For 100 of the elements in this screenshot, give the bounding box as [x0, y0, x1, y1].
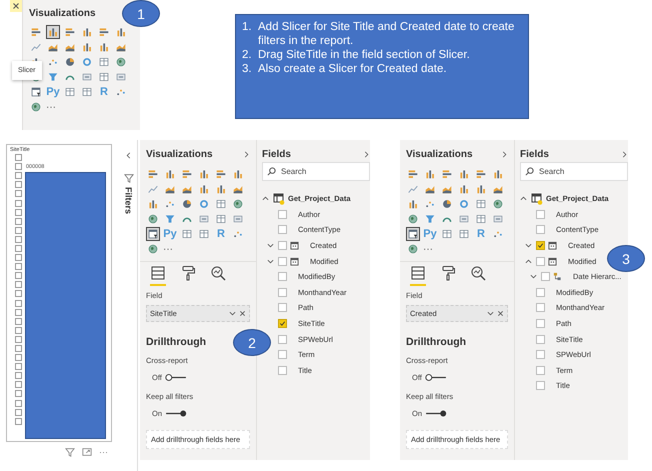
remove-icon[interactable]: [497, 310, 504, 317]
checkbox[interactable]: [278, 350, 287, 360]
checkbox[interactable]: [15, 400, 22, 407]
expand-chevron-icon[interactable]: [363, 151, 370, 158]
donut-chart-icon[interactable]: [80, 55, 94, 69]
checkbox[interactable]: [15, 354, 22, 362]
toggle-switch[interactable]: [164, 409, 188, 418]
globe-icon[interactable]: [114, 55, 128, 69]
checkbox[interactable]: [536, 381, 545, 390]
pie-chart-icon[interactable]: [440, 197, 454, 211]
donut-chart-icon[interactable]: [197, 197, 211, 211]
expand-chevron-icon[interactable]: [267, 242, 274, 250]
globe-icon[interactable]: [406, 212, 420, 226]
remove-icon[interactable]: [239, 310, 246, 317]
checkbox[interactable]: [15, 345, 22, 352]
checkbox[interactable]: [536, 241, 545, 250]
checkbox[interactable]: [15, 318, 22, 325]
checkbox[interactable]: [536, 225, 545, 234]
globe-icon[interactable]: [231, 197, 245, 211]
more-options-button[interactable]: ···: [99, 447, 108, 457]
more-visuals-button[interactable]: ···: [163, 244, 180, 254]
globe-icon[interactable]: [29, 100, 43, 114]
checkbox[interactable]: [536, 334, 545, 344]
donut-chart-icon[interactable]: [457, 197, 471, 211]
checkbox[interactable]: [15, 308, 22, 316]
checkbox[interactable]: [15, 163, 22, 170]
pie-chart-icon[interactable]: [180, 197, 194, 211]
toggle-switch[interactable]: [164, 373, 188, 382]
expand-chevron-icon[interactable]: [525, 242, 532, 250]
dropdown-chevron-icon[interactable]: [487, 310, 494, 317]
checkbox[interactable]: [15, 290, 22, 298]
checkbox[interactable]: [536, 288, 545, 297]
checkbox[interactable]: [15, 372, 22, 380]
checkbox[interactable]: [15, 200, 22, 207]
checkbox[interactable]: [15, 181, 22, 188]
checkbox[interactable]: [536, 210, 545, 219]
checkbox[interactable]: [15, 244, 22, 252]
toggle-switch[interactable]: [424, 409, 448, 418]
checkbox[interactable]: [15, 154, 22, 162]
checkbox[interactable]: [278, 210, 287, 219]
fields-tab-icon[interactable]: [410, 265, 426, 286]
checkbox[interactable]: [15, 272, 22, 280]
table-icon[interactable]: [180, 227, 194, 241]
close-icon[interactable]: [10, 0, 22, 12]
filter-icon[interactable]: [124, 173, 134, 183]
table-icon[interactable]: [80, 85, 94, 99]
focus-mode-icon[interactable]: [82, 447, 92, 457]
checkbox[interactable]: [278, 366, 287, 375]
slicer-icon[interactable]: [406, 227, 420, 241]
expand-chevron-icon[interactable]: [501, 151, 508, 158]
checkbox[interactable]: [278, 225, 287, 234]
table-icon[interactable]: [197, 227, 211, 241]
checkbox[interactable]: [536, 319, 545, 328]
table-icon[interactable]: [214, 197, 228, 211]
checkbox[interactable]: [278, 272, 287, 282]
checkbox[interactable]: [278, 256, 287, 266]
checkbox[interactable]: [278, 334, 287, 344]
checkbox[interactable]: [536, 303, 545, 312]
checkbox[interactable]: [15, 208, 22, 216]
checkbox[interactable]: [541, 272, 550, 282]
checkbox[interactable]: [536, 366, 545, 375]
table-icon[interactable]: [457, 227, 471, 241]
checkbox[interactable]: [15, 336, 22, 343]
expand-chevron-icon[interactable]: [267, 258, 274, 265]
checkbox[interactable]: [278, 319, 287, 328]
checkbox[interactable]: [278, 241, 287, 250]
table-icon[interactable]: [440, 227, 454, 241]
checkbox[interactable]: [15, 226, 22, 234]
table-icon[interactable]: [97, 70, 111, 84]
checkbox[interactable]: [15, 281, 22, 288]
table-icon[interactable]: [474, 197, 488, 211]
table-icon[interactable]: [97, 55, 111, 69]
checkbox[interactable]: [15, 190, 22, 198]
search-field[interactable]: Search: [520, 162, 628, 181]
fields-tab-icon[interactable]: [150, 265, 166, 286]
toggle-switch[interactable]: [424, 373, 448, 382]
globe-icon[interactable]: [406, 242, 420, 256]
checkbox[interactable]: [15, 300, 22, 307]
globe-icon[interactable]: [491, 197, 505, 211]
checkbox[interactable]: [536, 350, 545, 360]
collapse-chevron-icon[interactable]: [525, 258, 532, 265]
pane-title[interactable]: Filters: [124, 187, 134, 214]
checkbox[interactable]: [15, 381, 22, 388]
collapse-chevron-icon[interactable]: [125, 152, 132, 159]
collapse-chevron-icon[interactable]: [262, 195, 269, 202]
table-icon[interactable]: [214, 212, 228, 226]
more-visuals-button[interactable]: ···: [46, 102, 63, 112]
more-visuals-button[interactable]: ···: [423, 244, 440, 254]
expand-chevron-icon[interactable]: [243, 151, 250, 158]
checkbox[interactable]: [15, 236, 22, 243]
filter-icon[interactable]: [65, 447, 75, 457]
pie-chart-icon[interactable]: [63, 55, 77, 69]
column-chart-icon[interactable]: [46, 25, 60, 39]
expand-chevron-icon[interactable]: [530, 273, 537, 280]
dropdown-chevron-icon[interactable]: [229, 310, 236, 317]
globe-icon[interactable]: [146, 212, 160, 226]
checkbox[interactable]: [15, 390, 22, 398]
checkbox[interactable]: [15, 418, 22, 425]
table-icon[interactable]: [63, 85, 77, 99]
checkbox[interactable]: [536, 256, 545, 266]
